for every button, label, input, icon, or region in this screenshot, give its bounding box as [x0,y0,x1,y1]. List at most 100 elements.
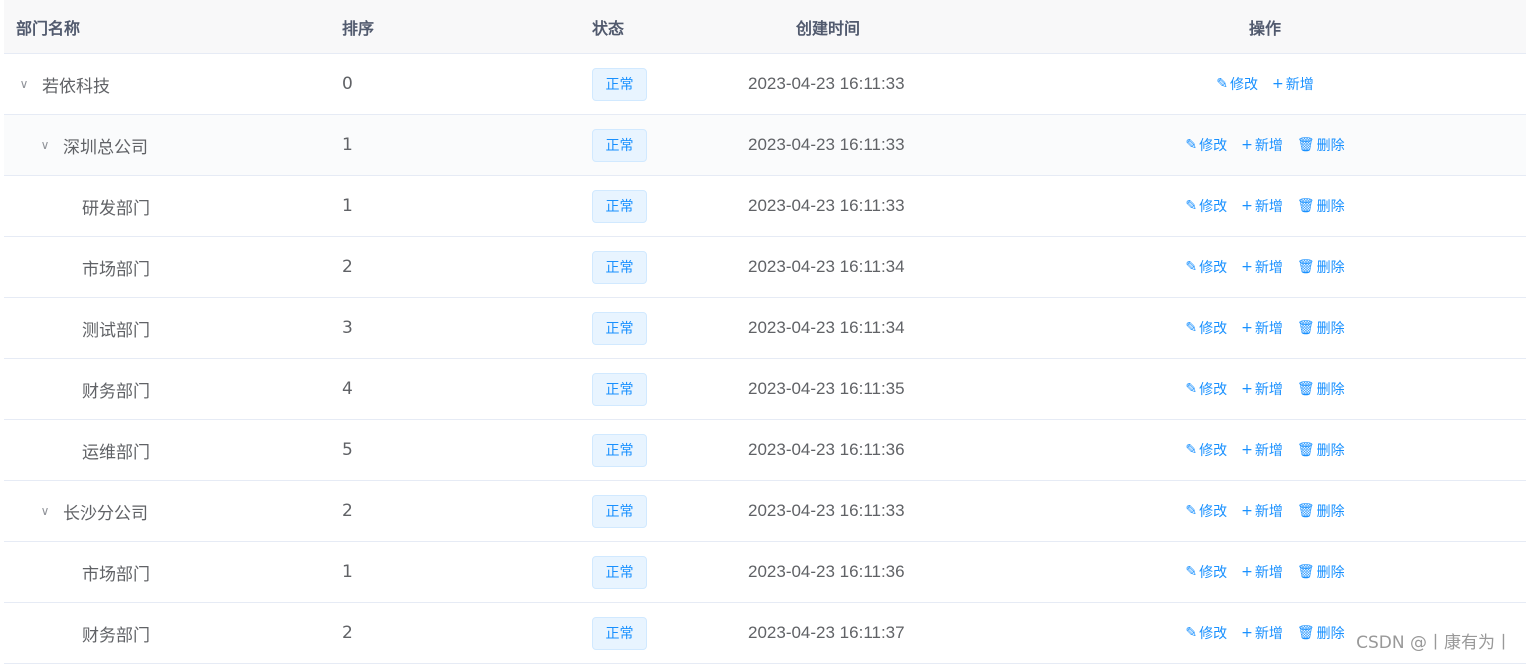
add-button[interactable]: + 新增 [1241,196,1283,216]
add-button[interactable]: + 新增 [1241,501,1283,521]
sort-value: 1 [342,196,353,216]
edit-button[interactable]: ✎ 修改 [1216,74,1258,94]
chevron-down-icon[interactable]: ∨ [37,504,53,518]
delete-icon: 🗑 [1296,564,1315,580]
create-time: 2023-04-23 16:11:35 [748,379,905,398]
sort-value: 3 [342,318,353,338]
delete-icon: 🗑 [1296,320,1315,336]
status-badge: 正常 [592,311,647,345]
table-header: 部门名称 排序 状态 创建时间 操作 [4,0,1526,54]
edit-button[interactable]: ✎ 修改 [1185,623,1227,643]
dept-name: 市场部门 [82,564,150,585]
dept-name: 运维部门 [82,442,150,463]
header-sort: 排序 [342,18,375,38]
delete-button[interactable]: 🗑 删除 [1297,623,1345,643]
plus-icon: + [1272,76,1284,92]
sort-value: 1 [342,562,353,582]
delete-icon: 🗑 [1296,625,1315,641]
add-button[interactable]: + 新增 [1241,135,1283,155]
create-time: 2023-04-23 16:11:34 [748,257,905,276]
edit-icon: ✎ [1185,198,1198,214]
status-badge: 正常 [592,67,647,101]
edit-icon: ✎ [1185,259,1198,275]
dept-name: 深圳总公司 [63,137,148,158]
delete-icon: 🗑 [1296,137,1315,153]
edit-button[interactable]: ✎ 修改 [1185,379,1227,399]
delete-icon: 🗑 [1296,259,1315,275]
edit-button[interactable]: ✎ 修改 [1185,440,1227,460]
delete-button[interactable]: 🗑 删除 [1297,379,1345,399]
edit-button[interactable]: ✎ 修改 [1185,135,1227,155]
dept-name: 财务部门 [82,381,150,402]
add-button[interactable]: + 新增 [1241,257,1283,277]
delete-icon: 🗑 [1296,503,1315,519]
edit-button[interactable]: ✎ 修改 [1185,196,1227,216]
status-badge: 正常 [592,189,647,223]
plus-icon: + [1241,198,1253,214]
create-time: 2023-04-23 16:11:37 [748,623,905,642]
create-time: 2023-04-23 16:11:34 [748,318,905,337]
create-time: 2023-04-23 16:11:36 [748,440,905,459]
dept-tree-table: 部门名称 排序 状态 创建时间 操作 ∨ 若依科技 0 正常 2023-04-2… [4,0,1526,664]
status-badge: 正常 [592,128,647,162]
plus-icon: + [1241,320,1253,336]
delete-button[interactable]: 🗑 删除 [1297,562,1345,582]
chevron-down-icon[interactable]: ∨ [37,138,53,152]
status-badge: 正常 [592,250,647,284]
create-time: 2023-04-23 16:11:33 [748,501,905,520]
edit-icon: ✎ [1185,442,1198,458]
create-time: 2023-04-23 16:11:33 [748,74,905,93]
header-status: 状态 [592,18,625,38]
dept-name: 若依科技 [42,76,110,97]
table-row: 市场部门 1 正常 2023-04-23 16:11:36 ✎ 修改 + 新增 🗑 删… [4,542,1526,603]
add-button[interactable]: + 新增 [1241,440,1283,460]
header-ops: 操作 [1248,18,1281,38]
edit-icon: ✎ [1185,381,1198,397]
delete-button[interactable]: 🗑 删除 [1297,257,1345,277]
table-row: 研发部门 1 正常 2023-04-23 16:11:33 ✎ 修改 + 新增 🗑 删… [4,176,1526,237]
edit-icon: ✎ [1185,503,1198,519]
delete-button[interactable]: 🗑 删除 [1297,196,1345,216]
status-badge: 正常 [592,494,647,528]
edit-icon: ✎ [1185,320,1198,336]
add-button[interactable]: + 新增 [1241,623,1283,643]
chevron-down-icon[interactable]: ∨ [16,77,32,91]
dept-name: 研发部门 [82,198,150,219]
watermark: CSDN @丨康有为丨 [1356,633,1512,653]
delete-icon: 🗑 [1296,381,1315,397]
edit-icon: ✎ [1216,76,1228,92]
edit-button[interactable]: ✎ 修改 [1185,562,1227,582]
table-row: 财务部门 4 正常 2023-04-23 16:11:35 ✎ 修改 + 新增 🗑 删… [4,359,1526,420]
add-button[interactable]: + 新增 [1272,74,1314,94]
edit-button[interactable]: ✎ 修改 [1185,257,1227,277]
delete-button[interactable]: 🗑 删除 [1297,135,1345,155]
edit-button[interactable]: ✎ 修改 [1185,501,1227,521]
delete-button[interactable]: 🗑 删除 [1297,318,1345,338]
plus-icon: + [1241,442,1253,458]
sort-value: 2 [342,257,353,277]
table-row: ∨ 深圳总公司 1 正常 2023-04-23 16:11:33 ✎ 修改 + 新增… [4,115,1526,176]
plus-icon: + [1241,137,1253,153]
table-row: ∨ 长沙分公司 2 正常 2023-04-23 16:11:33 ✎ 修改 + 新增… [4,481,1526,542]
delete-button[interactable]: 🗑 删除 [1297,501,1345,521]
edit-icon: ✎ [1185,137,1198,153]
delete-icon: 🗑 [1296,442,1315,458]
plus-icon: + [1241,503,1253,519]
plus-icon: + [1241,564,1253,580]
edit-button[interactable]: ✎ 修改 [1185,318,1227,338]
header-name: 部门名称 [16,18,81,38]
delete-button[interactable]: 🗑 删除 [1297,440,1345,460]
sort-value: 1 [342,135,353,155]
add-button[interactable]: + 新增 [1241,379,1283,399]
create-time: 2023-04-23 16:11:33 [748,196,905,215]
sort-value: 0 [342,74,353,94]
dept-name: 测试部门 [82,320,150,341]
add-button[interactable]: + 新增 [1241,318,1283,338]
dept-name: 市场部门 [82,259,150,280]
add-button[interactable]: + 新增 [1241,562,1283,582]
table-row: ∨ 若依科技 0 正常 2023-04-23 16:11:33 ✎ 修改 + 新增 [4,54,1526,115]
status-badge: 正常 [592,372,647,406]
status-badge: 正常 [592,433,647,467]
sort-value: 5 [342,440,353,460]
plus-icon: + [1241,259,1253,275]
